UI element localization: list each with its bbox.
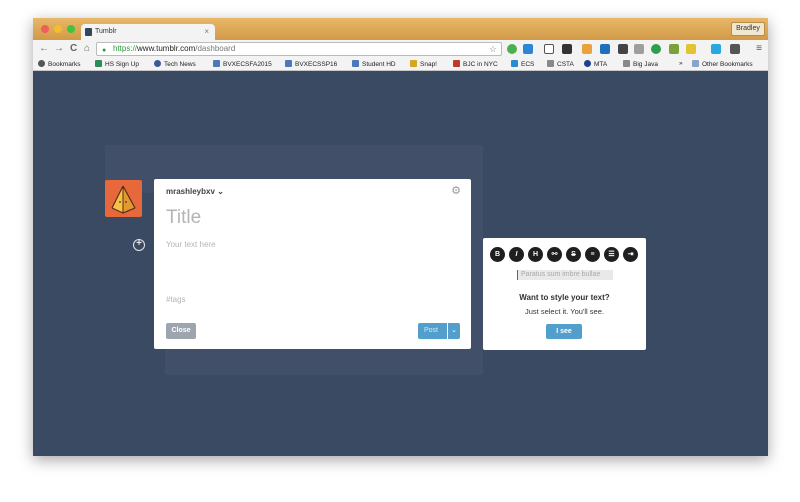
news-icon [154, 60, 161, 67]
indent-button[interactable]: ⇥ [623, 247, 638, 262]
extension-pencil-icon[interactable] [669, 44, 679, 54]
bookmark-item[interactable]: Student HD [352, 60, 396, 68]
bookmark-item[interactable]: Bookmarks [38, 60, 81, 68]
mta-icon [584, 60, 591, 67]
star-icon [38, 60, 45, 67]
sample-text: Paratus sum imbre bullae [517, 270, 613, 280]
page-icon [623, 60, 630, 67]
title-input[interactable]: Title [166, 207, 201, 229]
browser-toolbar: ← → C ⌂ ● https://www.tumblr.com/dashboa… [33, 40, 768, 58]
post-composer: mrashleybxv ⌄ ⚙ Title Your text here #ta… [154, 179, 471, 349]
tags-input[interactable]: #tags [166, 295, 186, 304]
snap-icon [410, 60, 417, 67]
add-post-icon[interactable]: + [133, 239, 145, 251]
sheet-icon [95, 60, 102, 67]
other-bookmarks[interactable]: Other Bookmarks [692, 60, 753, 68]
bookmarks-overflow-icon[interactable]: » [679, 60, 683, 67]
tab-tumblr[interactable]: Tumblr × [81, 24, 215, 40]
post-button[interactable]: Post ⌄ [418, 323, 460, 339]
extension-film-icon[interactable] [562, 44, 572, 54]
home-icon[interactable]: ⌂ [84, 43, 90, 54]
extension-leaf-icon[interactable] [507, 44, 517, 54]
bookmark-item[interactable]: CSTA [547, 60, 574, 68]
reload-icon[interactable]: C [70, 43, 77, 54]
blog-selector[interactable]: mrashleybxv ⌄ [166, 187, 224, 196]
link-button[interactable]: ⚯ [547, 247, 562, 262]
browser-menu-icon[interactable]: ≡ [756, 43, 762, 54]
bold-button[interactable]: B [490, 247, 505, 262]
extension-cast-icon[interactable] [544, 44, 554, 54]
bookmark-item[interactable]: Tech News [154, 60, 196, 68]
tooltip-body: Just select it. You'll see. [525, 307, 604, 316]
i-see-button[interactable]: I see [546, 324, 582, 339]
bookmark-item[interactable]: BJC in NYC [453, 60, 498, 68]
title-bar: Tumblr × Bradley [33, 18, 768, 40]
address-bar[interactable]: ● https://www.tumblr.com/dashboard ☆ [96, 42, 502, 56]
forward-icon[interactable]: → [54, 43, 64, 54]
bookmark-item[interactable]: Big Java [623, 60, 658, 68]
bookmark-item[interactable]: BVXECSSP16 [285, 60, 337, 68]
post-options-icon[interactable]: ⌄ [447, 323, 460, 339]
extension-ghost-icon[interactable] [634, 44, 644, 54]
bookmark-item[interactable]: MTA [584, 60, 607, 68]
maximize-window-button[interactable] [67, 25, 75, 33]
url-path: /dashboard [195, 44, 236, 53]
extension-key-icon[interactable] [686, 44, 696, 54]
extension-grid-icon[interactable] [618, 44, 628, 54]
tab-title: Tumblr [95, 28, 117, 35]
bookmark-item[interactable]: HS Sign Up [95, 60, 139, 68]
extension-pocket-icon[interactable] [730, 44, 740, 54]
bookmark-item[interactable]: ECS [511, 60, 534, 68]
formatting-tooltip: B I H ⚯ S ≡ ☰ ⇥ Paratus sum imbre bullae… [483, 238, 646, 350]
close-window-button[interactable] [41, 25, 49, 33]
pyramid-avatar-icon [111, 185, 136, 214]
strikethrough-button[interactable]: S [566, 247, 581, 262]
bookmark-item[interactable]: Snap! [410, 60, 437, 68]
bookmark-item[interactable]: BVXECSFA2015 [213, 60, 272, 68]
post-button-label: Post [424, 327, 439, 334]
extension-megaphone-icon[interactable] [523, 44, 533, 54]
avatar[interactable] [105, 180, 142, 217]
tab-close-icon[interactable]: × [204, 27, 209, 36]
numbered-list-button[interactable]: ≡ [585, 247, 600, 262]
extension-columns-icon[interactable] [582, 44, 592, 54]
chevron-down-icon: ⌄ [217, 187, 224, 196]
body-input[interactable]: Your text here [166, 240, 216, 249]
tumblr-favicon-icon [85, 28, 92, 36]
folder-icon [692, 60, 699, 67]
gear-icon[interactable]: ⚙ [451, 184, 461, 197]
close-button[interactable]: Close [166, 323, 196, 339]
page-icon [511, 60, 518, 67]
page-icon [213, 60, 220, 67]
page-icon [453, 60, 460, 67]
page-icon [352, 60, 359, 67]
bookmark-star-icon[interactable]: ☆ [489, 43, 497, 55]
minimize-window-button[interactable] [54, 25, 62, 33]
bookmarks-bar: Bookmarks HS Sign Up Tech News BVXECSFA2… [33, 58, 768, 71]
extension-check-icon[interactable] [651, 44, 661, 54]
profile-button[interactable]: Bradley [731, 22, 765, 36]
extension-chart-icon[interactable] [600, 44, 610, 54]
back-icon[interactable]: ← [39, 43, 49, 54]
page-icon [547, 60, 554, 67]
heading-button[interactable]: H [528, 247, 543, 262]
italic-button[interactable]: I [509, 247, 524, 262]
bulleted-list-button[interactable]: ☰ [604, 247, 619, 262]
url-scheme: https:// [113, 44, 138, 53]
browser-window: Tumblr × Bradley ← → C ⌂ ● https://www.t… [33, 18, 768, 456]
tooltip-heading: Want to style your text? [519, 293, 610, 302]
lock-icon: ● [102, 47, 107, 54]
page-icon [285, 60, 292, 67]
extension-d-icon[interactable] [711, 44, 721, 54]
url-host: www.tumblr.com [137, 44, 196, 53]
